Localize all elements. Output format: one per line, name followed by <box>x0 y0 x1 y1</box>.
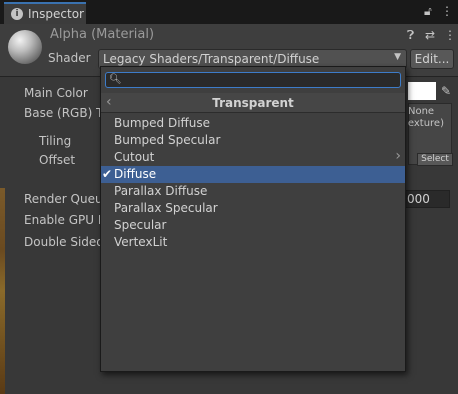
texture-select-button[interactable]: Select <box>417 153 453 166</box>
gpu-instancing-label: Enable GPU In <box>24 213 109 227</box>
shader-dropdown-value: Legacy Shaders/Transparent/Diffuse <box>103 52 320 66</box>
menu-item-label: Bumped Specular <box>114 133 221 147</box>
menu-item-label: Cutout <box>114 150 155 164</box>
menu-item-parallax-specular[interactable]: Parallax Specular <box>101 200 405 217</box>
material-sphere-preview <box>8 30 42 64</box>
main-color-swatch[interactable] <box>408 82 436 100</box>
menu-item-label: Parallax Specular <box>114 201 218 215</box>
material-title: Alpha (Material) <box>50 27 155 42</box>
main-color-label: Main Color <box>24 86 88 100</box>
tab-inspector-label: Inspector <box>28 7 84 21</box>
chevron-right-icon: › <box>395 148 401 164</box>
menu-item-bumped-diffuse[interactable]: Bumped Diffuse <box>101 115 405 132</box>
menu-item-diffuse[interactable]: ✔ Diffuse <box>101 166 405 183</box>
menu-item-label: Specular <box>114 218 167 232</box>
render-queue-label: Render Queue <box>24 192 110 206</box>
shader-popup-menu: 🔍︎ ‹ Transparent Bumped Diffuse Bumped S… <box>100 66 406 372</box>
checkmark-icon: ✔ <box>102 167 113 181</box>
menu-item-label: Diffuse <box>114 167 157 181</box>
double-sided-label: Double Sided <box>24 235 104 249</box>
tab-inspector[interactable]: i Inspector <box>4 2 86 24</box>
menu-item-parallax-diffuse[interactable]: Parallax Diffuse <box>101 183 405 200</box>
tiling-label: Tiling <box>39 134 72 148</box>
search-input[interactable]: 🔍︎ <box>105 72 401 88</box>
menu-item-label: VertexLit <box>114 235 168 249</box>
base-texture-label: Base (RGB) T <box>24 106 104 120</box>
search-icon: 🔍︎ <box>109 74 122 85</box>
render-queue-field[interactable]: 000 <box>404 190 450 208</box>
menu-item-label: Parallax Diffuse <box>114 184 208 198</box>
menu-item-cutout[interactable]: Cutout › <box>101 148 405 166</box>
kebab-menu-icon[interactable]: ⋮ <box>444 28 456 42</box>
menu-item-vertexlit[interactable]: VertexLit <box>101 234 405 251</box>
info-icon: i <box>11 8 23 20</box>
texture-type-label: exture) <box>407 118 444 129</box>
help-icon[interactable]: ❓︎ <box>407 28 414 42</box>
menu-item-bumped-specular[interactable]: Bumped Specular <box>101 132 405 149</box>
menu-item-label: Bumped Diffuse <box>114 116 211 130</box>
lock-icon[interactable]: 🔓︎ <box>424 4 432 18</box>
eyedropper-icon[interactable]: ✎ <box>438 82 454 100</box>
texture-none-label: None <box>408 106 435 117</box>
kebab-menu-icon[interactable]: ⋮ <box>441 4 453 18</box>
preset-settings-icon[interactable]: ⇄ <box>425 28 435 42</box>
menu-item-specular[interactable]: Specular <box>101 217 405 234</box>
tab-bar: i Inspector 🔓︎ ⋮ <box>0 0 458 24</box>
breadcrumb: ‹ Transparent <box>101 93 405 113</box>
scene-view-edge <box>0 188 5 394</box>
shader-label: Shader <box>48 51 91 65</box>
edit-shader-button[interactable]: Edit... <box>410 49 454 69</box>
offset-label: Offset <box>39 153 76 167</box>
chevron-down-icon: ▼ <box>394 52 401 62</box>
breadcrumb-title: Transparent <box>212 96 294 110</box>
